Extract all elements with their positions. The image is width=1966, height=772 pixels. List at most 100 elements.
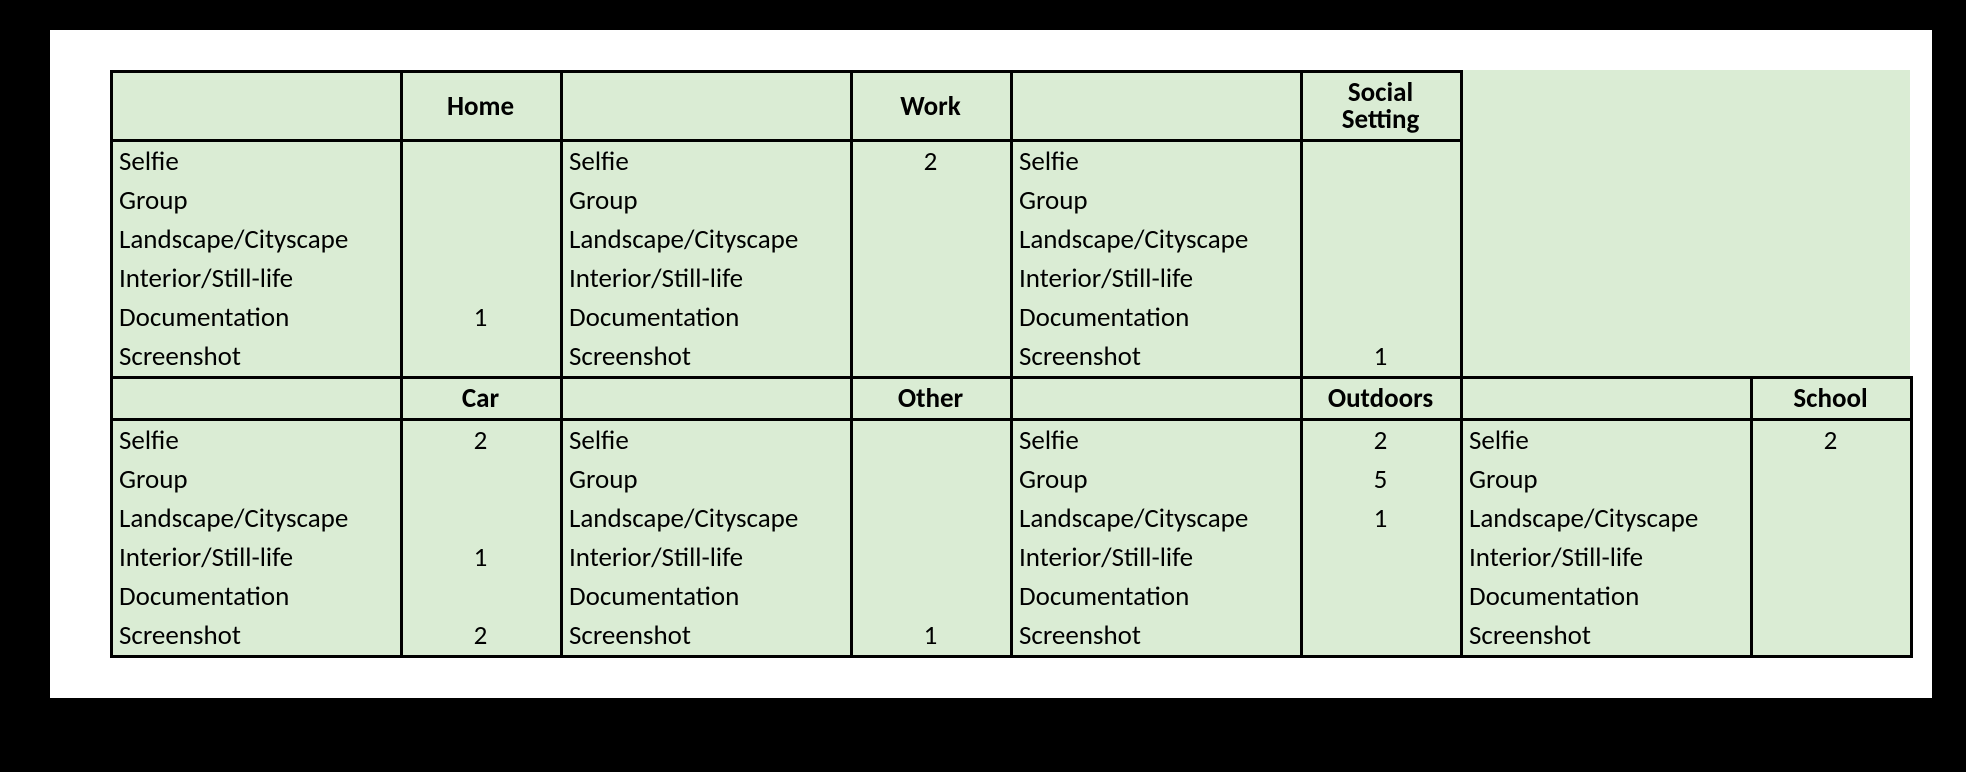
table-row: Landscape/Cityscape Landscape/Cityscape …: [112, 499, 1912, 538]
value-cell: [852, 220, 1012, 259]
category-label: Selfie: [1012, 141, 1302, 182]
category-label: Documentation: [562, 577, 852, 616]
table-row: Interior/Still-life Interior/Still-life …: [112, 259, 1912, 298]
table-row: Interior/Still-life 1 Interior/Still-lif…: [112, 538, 1912, 577]
table-row: Selfie 2 Selfie Selfie 2 Selfie 2: [112, 420, 1912, 461]
category-label: Selfie: [562, 420, 852, 461]
empty-cell: [1462, 181, 1752, 220]
category-label: Screenshot: [1462, 616, 1752, 657]
value-cell: 2: [402, 616, 562, 657]
value-cell: 1: [852, 616, 1012, 657]
value-cell: [402, 141, 562, 182]
value-cell: [1752, 577, 1912, 616]
value-cell: [852, 538, 1012, 577]
value-cell: 1: [402, 298, 562, 337]
empty-cell: [1462, 298, 1752, 337]
table-row: Documentation 1 Documentation Documentat…: [112, 298, 1912, 337]
category-label: Screenshot: [112, 616, 402, 657]
category-label: Interior/Still-life: [1012, 259, 1302, 298]
category-label: Group: [112, 181, 402, 220]
category-label: Group: [1012, 460, 1302, 499]
value-cell: [1302, 220, 1462, 259]
category-label: Group: [1012, 181, 1302, 220]
value-cell: 2: [852, 141, 1012, 182]
top-header-row: Home Work Social Setting: [112, 72, 1912, 141]
category-label: Interior/Still-life: [1012, 538, 1302, 577]
value-cell: 2: [1752, 420, 1912, 461]
empty-cell: [1462, 72, 1752, 141]
spreadsheet-area: Home Work Social Setting Selfie Selfie 2…: [110, 70, 1910, 658]
value-cell: [402, 220, 562, 259]
category-label: Selfie: [562, 141, 852, 182]
value-cell: 1: [402, 538, 562, 577]
category-label: Interior/Still-life: [112, 538, 402, 577]
header-outdoors: Outdoors: [1302, 378, 1462, 420]
value-cell: 1: [1302, 337, 1462, 378]
value-cell: [402, 577, 562, 616]
value-cell: [402, 337, 562, 378]
table-row: Documentation Documentation Documentatio…: [112, 577, 1912, 616]
value-cell: 2: [1302, 420, 1462, 461]
empty-cell: [1462, 259, 1752, 298]
header-social: Social Setting: [1302, 72, 1462, 141]
header-spacer: [1462, 378, 1752, 420]
category-label: Group: [562, 181, 852, 220]
empty-cell: [1752, 181, 1912, 220]
header-spacer: [1012, 378, 1302, 420]
table-row: Group Group Group 5 Group: [112, 460, 1912, 499]
header-spacer: [562, 72, 852, 141]
value-cell: [852, 298, 1012, 337]
data-table: Home Work Social Setting Selfie Selfie 2…: [110, 70, 1913, 658]
header-other: Other: [852, 378, 1012, 420]
value-cell: [1302, 616, 1462, 657]
category-label: Landscape/Cityscape: [562, 499, 852, 538]
header-spacer: [112, 72, 402, 141]
empty-cell: [1752, 337, 1912, 378]
header-school: School: [1752, 378, 1912, 420]
category-label: Documentation: [112, 577, 402, 616]
category-label: Screenshot: [562, 337, 852, 378]
header-spacer: [1012, 72, 1302, 141]
value-cell: [1752, 460, 1912, 499]
empty-cell: [1752, 141, 1912, 182]
value-cell: [852, 337, 1012, 378]
value-cell: [1302, 181, 1462, 220]
empty-cell: [1462, 141, 1752, 182]
value-cell: [1302, 577, 1462, 616]
category-label: Interior/Still-life: [1462, 538, 1752, 577]
value-cell: 5: [1302, 460, 1462, 499]
value-cell: [852, 577, 1012, 616]
category-label: Interior/Still-life: [112, 259, 402, 298]
header-spacer: [112, 378, 402, 420]
empty-cell: [1752, 220, 1912, 259]
value-cell: [852, 420, 1012, 461]
table-row: Screenshot Screenshot Screenshot 1: [112, 337, 1912, 378]
value-cell: [852, 499, 1012, 538]
table-row: Group Group Group: [112, 181, 1912, 220]
header-work: Work: [852, 72, 1012, 141]
category-label: Group: [112, 460, 402, 499]
value-cell: [402, 460, 562, 499]
category-label: Group: [562, 460, 852, 499]
category-label: Landscape/Cityscape: [1012, 220, 1302, 259]
value-cell: [852, 181, 1012, 220]
value-cell: [402, 259, 562, 298]
category-label: Screenshot: [1012, 337, 1302, 378]
category-label: Selfie: [112, 141, 402, 182]
empty-cell: [1462, 337, 1752, 378]
category-label: Landscape/Cityscape: [562, 220, 852, 259]
table-row: Screenshot 2 Screenshot 1 Screenshot Scr…: [112, 616, 1912, 657]
table-row: Landscape/Cityscape Landscape/Cityscape …: [112, 220, 1912, 259]
header-home: Home: [402, 72, 562, 141]
empty-cell: [1752, 72, 1912, 141]
value-cell: [852, 259, 1012, 298]
value-cell: [1302, 141, 1462, 182]
value-cell: [1752, 616, 1912, 657]
category-label: Documentation: [112, 298, 402, 337]
category-label: Selfie: [1462, 420, 1752, 461]
category-label: Landscape/Cityscape: [1462, 499, 1752, 538]
value-cell: 1: [1302, 499, 1462, 538]
value-cell: [852, 460, 1012, 499]
header-spacer: [562, 378, 852, 420]
empty-cell: [1462, 220, 1752, 259]
